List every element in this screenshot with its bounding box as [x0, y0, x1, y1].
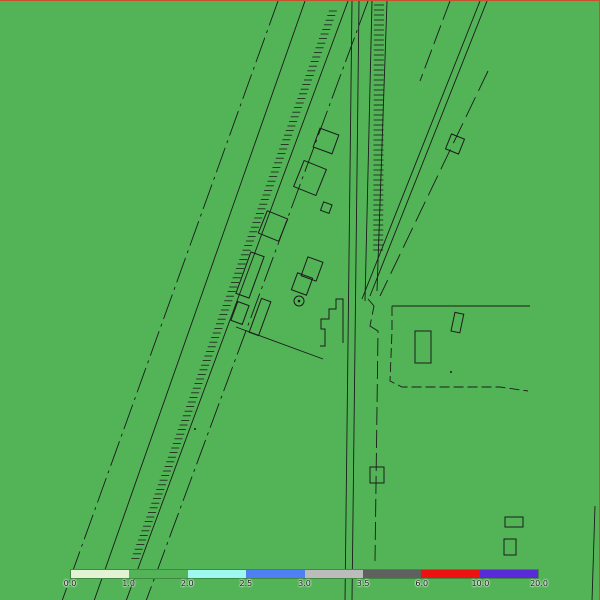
legend-swatch: [479, 570, 538, 578]
legend-tick-label: 20.0: [530, 579, 548, 588]
legend-tick-label: 6.0: [415, 579, 429, 588]
legend-tick-label: 2.0: [180, 579, 194, 588]
legend-tick-label: 2.5: [239, 579, 253, 588]
legend-swatch: [362, 570, 422, 578]
legend-swatch: [304, 570, 363, 578]
railway-diagonal: [61, 1, 369, 600]
legend-swatch: [71, 570, 130, 578]
legend-swatch: [187, 570, 247, 578]
legend-colorbar: [70, 569, 539, 579]
railway-sleepers: [131, 10, 337, 559]
legend-swatch: [421, 570, 480, 578]
map-view[interactable]: 0.0 1.0 2.0 2.5 3.0 3.5 6.0 10.0 20.0: [0, 0, 600, 600]
legend-swatch: [129, 570, 188, 578]
legend-tick-label: 1.0: [122, 579, 135, 588]
legend-tick-label: 0.0: [63, 579, 77, 588]
legend-tick-label: 3.5: [356, 579, 370, 588]
vertical-corridor: [344, 1, 388, 600]
map-linework: [61, 1, 596, 600]
legend-tick-label: 3.0: [298, 579, 311, 588]
legend-tick-label: 10.0: [471, 579, 490, 588]
legend-swatch: [246, 570, 305, 578]
legend-ticks: 0.0 1.0 2.0 2.5 3.0 3.5 6.0 10.0 20.0: [64, 579, 548, 591]
